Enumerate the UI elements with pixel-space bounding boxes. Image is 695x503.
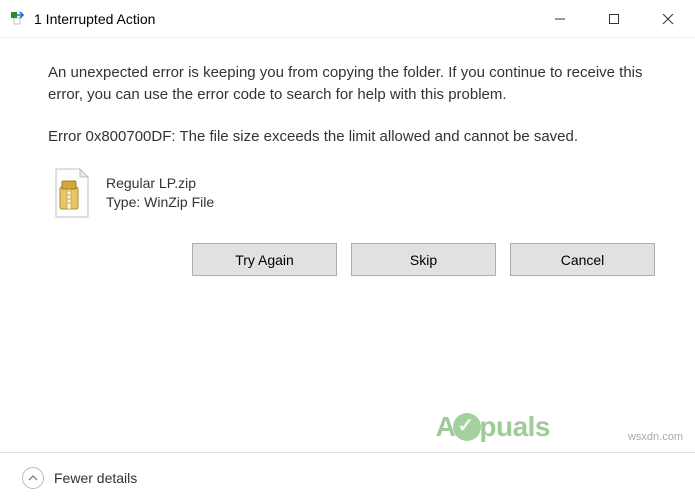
fewer-details-label: Fewer details <box>54 470 137 486</box>
titlebar: 1 Interrupted Action <box>0 0 695 38</box>
file-name: Regular LP.zip <box>106 174 214 194</box>
details-toggle-row[interactable]: Fewer details <box>0 452 695 503</box>
button-row: Try Again Skip Cancel <box>48 243 655 276</box>
file-type: Type: WinZip File <box>106 193 214 213</box>
copy-transfer-icon <box>10 11 26 27</box>
maximize-button[interactable] <box>587 0 641 37</box>
error-intro-text: An unexpected error is keeping you from … <box>48 62 655 106</box>
check-circle-icon <box>453 413 481 441</box>
try-again-button[interactable]: Try Again <box>192 243 337 276</box>
cancel-button[interactable]: Cancel <box>510 243 655 276</box>
chevron-up-icon <box>22 467 44 489</box>
zip-file-icon <box>50 167 92 219</box>
error-code-text: Error 0x800700DF: The file size exceeds … <box>48 126 655 148</box>
file-info: Regular LP.zip Type: WinZip File <box>106 174 214 213</box>
window-title: 1 Interrupted Action <box>34 11 533 27</box>
window-controls <box>533 0 695 37</box>
dialog-content: An unexpected error is keeping you from … <box>0 38 695 286</box>
minimize-button[interactable] <box>533 0 587 37</box>
file-entry: Regular LP.zip Type: WinZip File <box>48 167 655 219</box>
watermark-site: wsxdn.com <box>628 431 683 443</box>
watermark-brand: A puals <box>436 411 550 443</box>
close-button[interactable] <box>641 0 695 37</box>
skip-button[interactable]: Skip <box>351 243 496 276</box>
